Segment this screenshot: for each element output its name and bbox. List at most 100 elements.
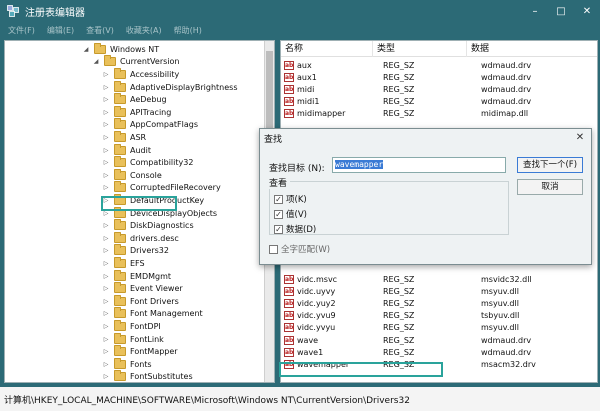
value-data: msacm32.drv xyxy=(481,359,536,369)
tree-item-label: AeDebug xyxy=(130,95,167,105)
tree-item-label: Windows NT xyxy=(110,44,160,54)
value-row[interactable]: ab midimapper REG_SZ midimap.dll xyxy=(281,108,597,120)
collapsed-arrow-icon[interactable]: ▷ xyxy=(102,171,110,179)
value-row[interactable]: ab aux1 REG_SZ wdmaud.drv xyxy=(281,71,597,83)
folder-icon xyxy=(114,294,126,306)
column-header-data[interactable]: 数据 xyxy=(467,41,597,57)
collapsed-arrow-icon[interactable]: ▷ xyxy=(102,159,110,167)
menu-view[interactable]: 查看(V) xyxy=(86,25,114,36)
tree-item[interactable]: ▷ Drivers32 xyxy=(102,244,169,258)
tree-item[interactable]: ▷ drivers.desc xyxy=(102,231,179,245)
collapsed-arrow-icon[interactable]: ▷ xyxy=(102,196,110,204)
collapsed-arrow-icon[interactable]: ▷ xyxy=(102,83,110,91)
value-type: REG_SZ xyxy=(383,359,415,369)
key-tree-pane[interactable]: ◢ Windows NT ◢ CurrentVersion ▷ Accessibility… xyxy=(4,40,275,383)
collapsed-arrow-icon[interactable]: ▷ xyxy=(102,209,110,217)
menu-help[interactable]: 帮助(H) xyxy=(174,25,202,36)
tree-item-label: Fonts xyxy=(130,359,152,369)
tree-item[interactable]: ▷ AppCompatFlags xyxy=(102,118,198,132)
tree-item[interactable]: ▷ Fonts xyxy=(102,357,152,371)
cancel-button[interactable]: 取消 xyxy=(517,179,583,195)
find-next-button[interactable]: 查找下一个(F) xyxy=(517,157,583,173)
menu-favorites[interactable]: 收藏夹(A) xyxy=(126,25,162,36)
collapsed-arrow-icon[interactable]: ▷ xyxy=(102,348,110,356)
collapsed-arrow-icon[interactable]: ▷ xyxy=(102,184,110,192)
tree-item[interactable]: ▷ FontDPI xyxy=(102,319,161,333)
collapsed-arrow-icon[interactable]: ▷ xyxy=(102,222,110,230)
close-icon[interactable]: ✕ xyxy=(574,0,600,22)
value-row[interactable]: ab vidc.yvyu REG_SZ msyuv.dll xyxy=(281,322,597,334)
menu-edit[interactable]: 编辑(E) xyxy=(47,25,74,36)
value-row[interactable]: ab vidc.uyvy REG_SZ msyuv.dll xyxy=(281,285,597,297)
value-row[interactable]: ab wavemapper REG_SZ msacm32.drv xyxy=(281,358,597,370)
tree-item[interactable]: ▷ Accessibility xyxy=(102,67,179,81)
tree-item[interactable]: ▷ Font Drivers xyxy=(102,294,179,308)
collapsed-arrow-icon[interactable]: ▷ xyxy=(102,70,110,78)
tree-item[interactable]: ▷ CorruptedFileRecovery xyxy=(102,181,221,195)
collapsed-arrow-icon[interactable]: ▷ xyxy=(102,121,110,129)
data-checkbox[interactable]: ✓ 数据(D) xyxy=(274,223,316,235)
collapsed-arrow-icon[interactable]: ▷ xyxy=(102,146,110,154)
dialog-close-icon[interactable]: ✕ xyxy=(573,131,587,145)
collapsed-arrow-icon[interactable]: ▷ xyxy=(102,322,110,330)
tree-item[interactable]: ▷ FontMapper xyxy=(102,345,178,358)
value-row[interactable]: ab wave REG_SZ wdmaud.drv xyxy=(281,334,597,346)
collapsed-arrow-icon[interactable]: ▷ xyxy=(102,285,110,293)
tree-item[interactable]: ▷ EFS xyxy=(102,256,145,270)
value-row[interactable]: ab midi1 REG_SZ wdmaud.drv xyxy=(281,96,597,108)
collapsed-arrow-icon[interactable]: ▷ xyxy=(102,373,110,381)
value-row[interactable]: ab vidc.yuy2 REG_SZ msyuv.dll xyxy=(281,297,597,309)
tree-item[interactable]: ▷ Console xyxy=(102,168,162,182)
column-header-name[interactable]: 名称 xyxy=(281,41,373,57)
collapsed-arrow-icon[interactable]: ▷ xyxy=(102,272,110,280)
tree-item[interactable]: ▷ ASR xyxy=(102,130,146,144)
tree-item[interactable]: ▷ Compatibility32 xyxy=(102,156,193,169)
collapsed-arrow-icon[interactable]: ▷ xyxy=(102,247,110,255)
collapsed-arrow-icon[interactable]: ▷ xyxy=(102,234,110,242)
tree-item[interactable]: ▷ DeviceDisplayObjects xyxy=(102,206,217,220)
collapsed-arrow-icon[interactable]: ▷ xyxy=(102,259,110,267)
tree-item[interactable]: ▷ Event Viewer xyxy=(102,282,183,295)
value-type: REG_SZ xyxy=(383,60,415,70)
maximize-icon[interactable]: □ xyxy=(548,0,574,22)
expanded-arrow-icon[interactable]: ◢ xyxy=(82,45,90,53)
menu-file[interactable]: 文件(F) xyxy=(8,25,35,36)
tree-item[interactable]: ▷ DefaultProductKey xyxy=(102,193,205,207)
tree-item[interactable]: ◢ Windows NT xyxy=(82,42,160,56)
tree-item-label: DefaultProductKey xyxy=(130,195,205,205)
tree-item[interactable]: ▷ FontLink xyxy=(102,332,164,346)
expanded-arrow-icon[interactable]: ◢ xyxy=(92,58,100,66)
find-target-input[interactable]: wavemapper xyxy=(332,157,506,173)
collapsed-arrow-icon[interactable]: ▷ xyxy=(102,133,110,141)
tree-item[interactable]: ▷ Audit xyxy=(102,143,151,157)
tree-item[interactable]: ▷ AdaptiveDisplayBrightness xyxy=(102,80,238,94)
values-checkbox[interactable]: ✓ 值(V) xyxy=(274,208,307,220)
value-row[interactable]: ab midi REG_SZ wdmaud.drv xyxy=(281,83,597,95)
tree-item[interactable]: ▷ Font Management xyxy=(102,307,203,321)
value-row[interactable]: ab vidc.yvu9 REG_SZ tsbyuv.dll xyxy=(281,310,597,322)
tree-item[interactable]: ▷ FontSubstitutes xyxy=(102,370,193,382)
value-row[interactable]: ab vidc.msvc REG_SZ msvidc32.dll xyxy=(281,273,597,285)
collapsed-arrow-icon[interactable]: ▷ xyxy=(102,335,110,343)
value-row[interactable]: ab wave1 REG_SZ wdmaud.drv xyxy=(281,346,597,358)
tree-item-label: Font Drivers xyxy=(130,296,179,306)
tree-item[interactable]: ▷ AeDebug xyxy=(102,93,167,106)
collapsed-arrow-icon[interactable]: ▷ xyxy=(102,360,110,368)
tree-item[interactable]: ▷ DiskDiagnostics xyxy=(102,219,194,232)
collapsed-arrow-icon[interactable]: ▷ xyxy=(102,297,110,305)
whole-string-checkbox[interactable]: 全字匹配(W) xyxy=(269,243,330,255)
folder-icon xyxy=(114,370,126,382)
column-header-type[interactable]: 类型 xyxy=(373,41,467,57)
collapsed-arrow-icon[interactable]: ▷ xyxy=(102,108,110,116)
collapsed-arrow-icon[interactable]: ▷ xyxy=(102,96,110,104)
tree-item[interactable]: ◢ CurrentVersion xyxy=(92,55,179,69)
values-checkbox-label: 值(V) xyxy=(286,210,307,220)
tree-item[interactable]: ▷ APITracing xyxy=(102,105,171,119)
keys-checkbox[interactable]: ✓ 项(K) xyxy=(274,193,307,205)
minimize-icon[interactable]: – xyxy=(522,0,548,22)
value-row[interactable]: ab aux REG_SZ wdmaud.drv xyxy=(281,59,597,71)
collapsed-arrow-icon[interactable]: ▷ xyxy=(102,310,110,318)
tree-item[interactable]: ▷ EMDMgmt xyxy=(102,269,171,283)
value-name: wave xyxy=(297,335,319,345)
string-value-icon: ab xyxy=(284,274,294,284)
